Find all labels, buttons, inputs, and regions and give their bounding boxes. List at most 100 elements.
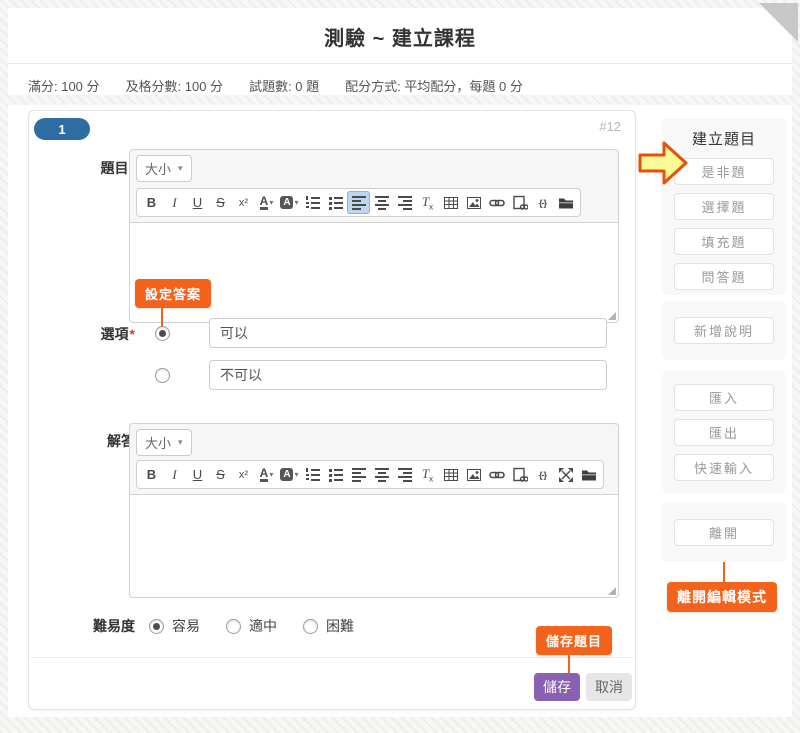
align-left-icon[interactable] xyxy=(347,463,370,486)
italic-icon[interactable]: I xyxy=(163,191,186,214)
ordered-list-icon[interactable] xyxy=(301,191,324,214)
align-left-icon[interactable] xyxy=(347,191,370,214)
difficulty-option-1[interactable]: 容易 xyxy=(149,616,200,636)
text-color-icon[interactable]: A▾ xyxy=(255,191,278,214)
option-radio-1[interactable] xyxy=(155,326,170,341)
embed-link-icon[interactable] xyxy=(508,191,531,214)
cancel-button[interactable]: 取消 xyxy=(586,673,632,701)
option-input-1[interactable] xyxy=(209,318,607,348)
question-card: 1 #12 題目* 大小▾ BIUSx²A▾A▾Tx{-} 設定答案 選項* xyxy=(28,110,636,710)
question-type-button-2[interactable]: 選擇題 xyxy=(674,193,774,220)
remove-format-icon[interactable]: Tx xyxy=(416,191,439,214)
difficulty-radio-2[interactable] xyxy=(226,619,241,634)
set-answer-callout: 設定答案 xyxy=(135,279,211,308)
background-color-icon[interactable]: A▾ xyxy=(278,191,301,214)
bold-icon[interactable]: B xyxy=(140,191,163,214)
embed-link-icon[interactable] xyxy=(508,463,531,486)
fold-corner-icon xyxy=(759,3,798,42)
background-color-icon[interactable]: A▾ xyxy=(278,463,301,486)
strikethrough-icon[interactable]: S xyxy=(209,463,232,486)
question-toolbar-group: BIUSx²A▾A▾Tx{-} xyxy=(136,188,581,217)
image-icon[interactable] xyxy=(462,191,485,214)
question-label: 題目* xyxy=(49,158,135,178)
question-type-button-4[interactable]: 問答題 xyxy=(674,263,774,290)
difficulty-radio-1[interactable] xyxy=(149,619,164,634)
difficulty-option-label: 容易 xyxy=(172,616,200,636)
align-center-icon[interactable] xyxy=(370,191,393,214)
leave-edit-mode-callout: 離開編輯模式 xyxy=(667,582,777,612)
code-icon[interactable]: {-} xyxy=(531,463,554,486)
unordered-list-icon[interactable] xyxy=(324,463,347,486)
align-right-icon[interactable] xyxy=(393,191,416,214)
caret-down-icon: ▾ xyxy=(178,437,183,448)
save-question-pointer-line xyxy=(568,651,570,673)
solution-editor-toolbar: BIUSx²A▾A▾Tx{-} xyxy=(130,458,618,494)
table-icon[interactable] xyxy=(439,191,462,214)
underline-icon[interactable]: U xyxy=(186,191,209,214)
leave-panel: 離開 xyxy=(662,503,786,562)
resize-handle-icon[interactable] xyxy=(608,587,616,595)
stat-item: 滿分: 100 分 xyxy=(28,76,100,95)
difficulty-option-label: 困難 xyxy=(326,616,354,636)
maximize-icon[interactable] xyxy=(554,463,577,486)
page-title: 測驗 ~ 建立課程 xyxy=(8,8,792,64)
note-panel: 新增說明 xyxy=(662,301,786,360)
question-ref: #12 xyxy=(599,119,621,134)
io-button-2[interactable]: 匯出 xyxy=(674,419,774,446)
stat-item: 試題數: 0 題 xyxy=(249,76,319,95)
create-question-heading: 建立題目 xyxy=(692,128,756,149)
header-panel: 測驗 ~ 建立課程 滿分: 100 分及格分數: 100 分試題數: 0 題配分… xyxy=(8,8,792,95)
stats-bar: 滿分: 100 分及格分數: 100 分試題數: 0 題配分方式: 平均配分，每… xyxy=(8,64,792,95)
leave-button[interactable]: 離開 xyxy=(674,519,774,546)
superscript-icon[interactable]: x² xyxy=(232,191,255,214)
font-size-dropdown[interactable]: 大小▾ xyxy=(136,155,192,182)
link-icon[interactable] xyxy=(485,463,508,486)
unordered-list-icon[interactable] xyxy=(324,191,347,214)
io-buttons: 匯入匯出快速輸入 xyxy=(674,384,774,481)
difficulty-radio-3[interactable] xyxy=(303,619,318,634)
required-asterisk: * xyxy=(130,326,135,342)
save-button[interactable]: 儲存 xyxy=(534,673,580,701)
stat-item: 及格分數: 100 分 xyxy=(126,76,224,95)
link-icon[interactable] xyxy=(485,191,508,214)
content-panel: 1 #12 題目* 大小▾ BIUSx²A▾A▾Tx{-} 設定答案 選項* xyxy=(8,105,792,717)
solution-editor: 大小▾ BIUSx²A▾A▾Tx{-} xyxy=(129,423,619,598)
ordered-list-icon[interactable] xyxy=(301,463,324,486)
image-icon[interactable] xyxy=(462,463,485,486)
question-editor-toolbar: 大小▾ BIUSx²A▾A▾Tx{-} xyxy=(130,150,618,222)
import-export-panel: 匯入匯出快速輸入 xyxy=(662,371,786,493)
strikethrough-icon[interactable]: S xyxy=(209,191,232,214)
option-radio-2[interactable] xyxy=(155,368,170,383)
bold-icon[interactable]: B xyxy=(140,463,163,486)
solution-label: 解答 xyxy=(49,431,135,451)
question-number-badge: 1 xyxy=(34,118,90,140)
caret-down-icon: ▾ xyxy=(178,163,183,174)
difficulty-option-label: 適中 xyxy=(249,616,277,636)
question-type-button-3[interactable]: 填充題 xyxy=(674,228,774,255)
table-icon[interactable] xyxy=(439,463,462,486)
io-button-1[interactable]: 匯入 xyxy=(674,384,774,411)
difficulty-option-2[interactable]: 適中 xyxy=(226,616,277,636)
difficulty-label: 難易度 xyxy=(49,616,135,636)
solution-editor-body[interactable] xyxy=(130,494,618,597)
italic-icon[interactable]: I xyxy=(163,463,186,486)
superscript-icon[interactable]: x² xyxy=(232,463,255,486)
solution-size-row: 大小▾ xyxy=(130,424,618,458)
highlight-arrow-icon xyxy=(638,139,690,187)
code-icon[interactable]: {-} xyxy=(531,191,554,214)
align-right-icon[interactable] xyxy=(393,463,416,486)
folder-icon[interactable] xyxy=(577,463,600,486)
leave-pointer-line xyxy=(723,562,725,582)
font-size-dropdown[interactable]: 大小▾ xyxy=(136,429,192,456)
add-description-button[interactable]: 新增說明 xyxy=(674,317,774,344)
text-color-icon[interactable]: A▾ xyxy=(255,463,278,486)
save-question-callout: 儲存題目 xyxy=(536,626,612,655)
io-button-3[interactable]: 快速輸入 xyxy=(674,454,774,481)
folder-icon[interactable] xyxy=(554,191,577,214)
difficulty-option-3[interactable]: 困難 xyxy=(303,616,354,636)
align-center-icon[interactable] xyxy=(370,463,393,486)
option-input-2[interactable] xyxy=(209,360,607,390)
resize-handle-icon[interactable] xyxy=(608,312,616,320)
underline-icon[interactable]: U xyxy=(186,463,209,486)
remove-format-icon[interactable]: Tx xyxy=(416,463,439,486)
